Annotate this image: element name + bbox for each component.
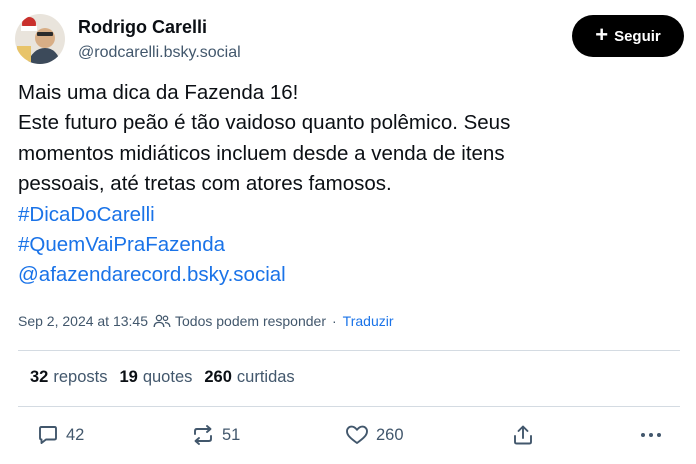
author-handle[interactable]: @rodcarelli.bsky.social xyxy=(78,44,241,62)
like-button[interactable]: 260 xyxy=(344,418,404,452)
divider xyxy=(18,406,680,407)
like-count: 260 xyxy=(376,425,404,444)
likes-count: 260 xyxy=(204,368,232,386)
translate-link[interactable]: Traduzir xyxy=(343,313,394,329)
heart-icon xyxy=(346,425,368,444)
share-icon xyxy=(514,425,532,445)
post-text-line: pessoais, até tretas com atores famosos. xyxy=(18,172,392,196)
post-text-line: momentos midiáticos incluem desde a vend… xyxy=(18,141,505,165)
reply-count: 42 xyxy=(66,425,85,444)
likes-stat[interactable]: 260 curtidas xyxy=(204,368,294,387)
reposts-label: reposts xyxy=(53,368,108,386)
repost-button[interactable]: 51 xyxy=(190,418,240,452)
follow-button[interactable]: + Seguir xyxy=(572,15,684,57)
hashtag-link[interactable]: #DicaDoCarelli xyxy=(18,200,678,230)
more-options-button[interactable] xyxy=(638,418,664,452)
follow-button-label: Seguir xyxy=(614,27,661,45)
people-icon xyxy=(153,314,171,328)
reposts-stat[interactable]: 32 reposts xyxy=(30,368,107,387)
reply-setting: Todos podem responder xyxy=(175,313,326,329)
engagement-stats: 32 reposts 19 quotes 260 curtidas xyxy=(30,368,307,387)
share-button[interactable] xyxy=(511,418,535,452)
hashtag-link[interactable]: #QuemVaiPraFazenda xyxy=(18,230,678,260)
quotes-stat[interactable]: 19 quotes xyxy=(119,368,192,387)
plus-icon: + xyxy=(595,22,609,47)
repost-icon xyxy=(194,425,212,445)
post-timestamp[interactable]: Sep 2, 2024 at 13:45 xyxy=(18,313,148,329)
reposts-count: 32 xyxy=(30,368,49,386)
reply-button[interactable]: 42 xyxy=(36,418,84,452)
divider xyxy=(18,350,680,351)
meta-separator: · xyxy=(332,313,337,329)
post-text-line: Mais uma dica da Fazenda 16! xyxy=(18,81,299,104)
author-name[interactable]: Rodrigo Carelli xyxy=(78,17,207,38)
post-text: Mais uma dica da Fazenda 16! Este futuro… xyxy=(18,78,678,291)
post-card: Rodrigo Carelli @rodcarelli.bsky.social … xyxy=(0,0,696,464)
action-bar: 42 51 260 xyxy=(0,418,696,452)
mention-link[interactable]: @afazendarecord.bsky.social xyxy=(18,260,678,290)
reply-icon xyxy=(39,426,57,444)
post-meta: Sep 2, 2024 at 13:45 Todos podem respond… xyxy=(18,313,394,329)
avatar[interactable] xyxy=(15,14,65,64)
more-icon xyxy=(641,433,661,437)
likes-label: curtidas xyxy=(236,368,295,386)
repost-count: 51 xyxy=(222,425,241,444)
post-text-line: Este futuro peão é tão vaidoso quanto po… xyxy=(18,111,511,135)
quotes-count: 19 xyxy=(119,368,138,386)
quotes-label: quotes xyxy=(142,368,193,386)
